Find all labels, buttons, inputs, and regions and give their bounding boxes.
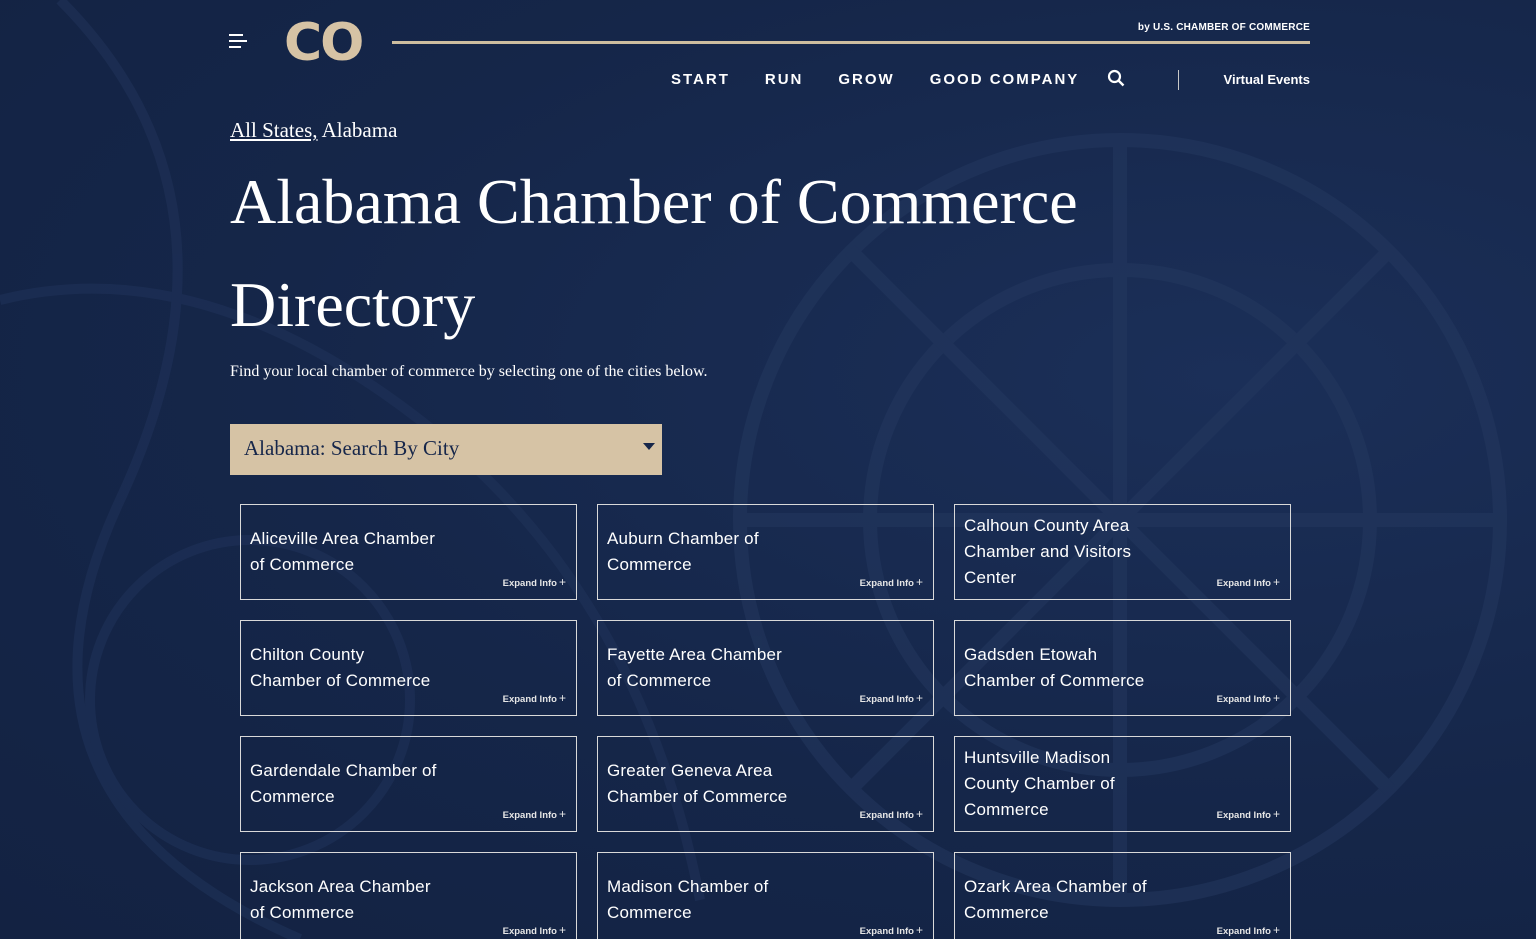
expand-info-button[interactable]: Expand Info + [503,807,566,821]
virtual-events-link[interactable]: Virtual Events [1224,72,1310,87]
chamber-name: Calhoun County Area Chamber and Visitors… [964,516,1132,587]
expand-info-label: Expand Info [502,926,557,937]
search-icon[interactable] [1107,69,1125,87]
chamber-card[interactable]: Auburn Chamber of Commerce Expand Info + [597,504,934,600]
expand-info-label: Expand Info [859,926,914,937]
expand-info-label: Expand Info [1216,926,1271,937]
chamber-card[interactable]: Gardendale Chamber of Commerce Expand Inf… [240,736,577,832]
plus-icon: + [558,923,566,937]
caret-down-icon [643,443,655,450]
plus-icon: + [1272,691,1280,705]
chamber-card[interactable]: Aliceville Area Chamber of Commerce Expan… [240,504,577,600]
chamber-card[interactable]: Fayette Area Chamber of Commerce Expand I… [597,620,934,716]
nav-divider [1178,70,1179,90]
plus-icon: + [915,575,923,589]
plus-icon: + [558,575,566,589]
main-nav: START RUN GROW GOOD COMPANY [671,71,1114,88]
expand-info-button[interactable]: Expand Info + [1217,691,1280,705]
expand-info-label: Expand Info [1216,810,1271,821]
expand-info-button[interactable]: Expand Info + [860,923,923,937]
expand-info-button[interactable]: Expand Info + [503,691,566,705]
chamber-name: Fayette Area Chamber of Commerce [607,645,783,690]
chamber-card[interactable]: Chilton County Chamber of Commerce Expand… [240,620,577,716]
chamber-grid: Aliceville Area Chamber of Commerce Expan… [240,504,1291,939]
expand-info-label: Expand Info [502,578,557,589]
uschamber-byline[interactable]: by U.S. CHAMBER OF COMMERCE [1138,22,1310,33]
chamber-name: Huntsville Madison County Chamber of Com… [964,748,1115,819]
plus-icon: + [915,923,923,937]
chamber-name: Jackson Area Chamber of Commerce [250,877,431,922]
chamber-name: Gardendale Chamber of Commerce [250,761,437,806]
breadcrumb-all-states[interactable]: All States, [230,118,318,142]
chamber-name: Gadsden Etowah Chamber of Commerce [964,645,1145,690]
page-title: Alabama Chamber of Commerce Directory [230,166,1078,340]
plus-icon: + [915,691,923,705]
nav-run[interactable]: RUN [765,71,804,88]
expand-info-button[interactable]: Expand Info + [503,575,566,589]
chamber-card[interactable]: Calhoun County Area Chamber and Visitors… [954,504,1291,600]
chamber-card[interactable]: Jackson Area Chamber of Commerce Expand I… [240,852,577,939]
expand-info-button[interactable]: Expand Info + [1217,923,1280,937]
chamber-name: Auburn Chamber of Commerce [607,529,759,574]
expand-info-button[interactable]: Expand Info + [860,575,923,589]
expand-info-label: Expand Info [502,810,557,821]
expand-info-label: Expand Info [1216,694,1271,705]
expand-info-label: Expand Info [502,694,557,705]
page: CO by U.S. CHAMBER OF COMMERCE START RUN… [0,0,1536,939]
chamber-card[interactable]: Greater Geneva Area Chamber of Commerce E… [597,736,934,832]
chamber-card[interactable]: Gadsden Etowah Chamber of Commerce Expand… [954,620,1291,716]
plus-icon: + [1272,923,1280,937]
city-select[interactable]: Alabama: Search By City [230,424,662,475]
chamber-card[interactable]: Madison Chamber of Commerce Expand Info + [597,852,934,939]
menu-icon-line [229,46,241,48]
plus-icon: + [1272,807,1280,821]
expand-info-label: Expand Info [859,578,914,589]
menu-icon-line [229,40,247,42]
chamber-card[interactable]: Huntsville Madison County Chamber of Com… [954,736,1291,832]
plus-icon: + [558,691,566,705]
city-select-label: Alabama: Search By City [244,436,460,460]
chamber-name: Madison Chamber of Commerce [607,877,769,922]
expand-info-label: Expand Info [859,810,914,821]
chamber-card[interactable]: Ozark Area Chamber of Commerce Expand Inf… [954,852,1291,939]
co-logo[interactable]: CO [284,12,364,74]
breadcrumb-current: Alabama [321,118,398,142]
expand-info-button[interactable]: Expand Info + [860,691,923,705]
chamber-name: Greater Geneva Area Chamber of Commerce [607,761,788,806]
nav-start[interactable]: START [671,71,730,88]
nav-grow[interactable]: GROW [838,71,894,88]
menu-icon-line [229,34,243,36]
breadcrumb: All States, Alabama [230,118,397,143]
chamber-name: Chilton County Chamber of Commerce [250,645,431,690]
expand-info-button[interactable]: Expand Info + [1217,575,1280,589]
plus-icon: + [558,807,566,821]
header-rule [392,41,1310,44]
intro-text: Find your local chamber of commerce by s… [230,363,708,380]
plus-icon: + [1272,575,1280,589]
expand-info-button[interactable]: Expand Info + [503,923,566,937]
chamber-name: Aliceville Area Chamber of Commerce [250,529,436,574]
menu-button[interactable] [229,34,249,54]
nav-good-company[interactable]: GOOD COMPANY [930,71,1080,88]
chamber-name: Ozark Area Chamber of Commerce [964,877,1147,922]
expand-info-label: Expand Info [859,694,914,705]
expand-info-label: Expand Info [1216,578,1271,589]
expand-info-button[interactable]: Expand Info + [1217,807,1280,821]
expand-info-button[interactable]: Expand Info + [860,807,923,821]
plus-icon: + [915,807,923,821]
